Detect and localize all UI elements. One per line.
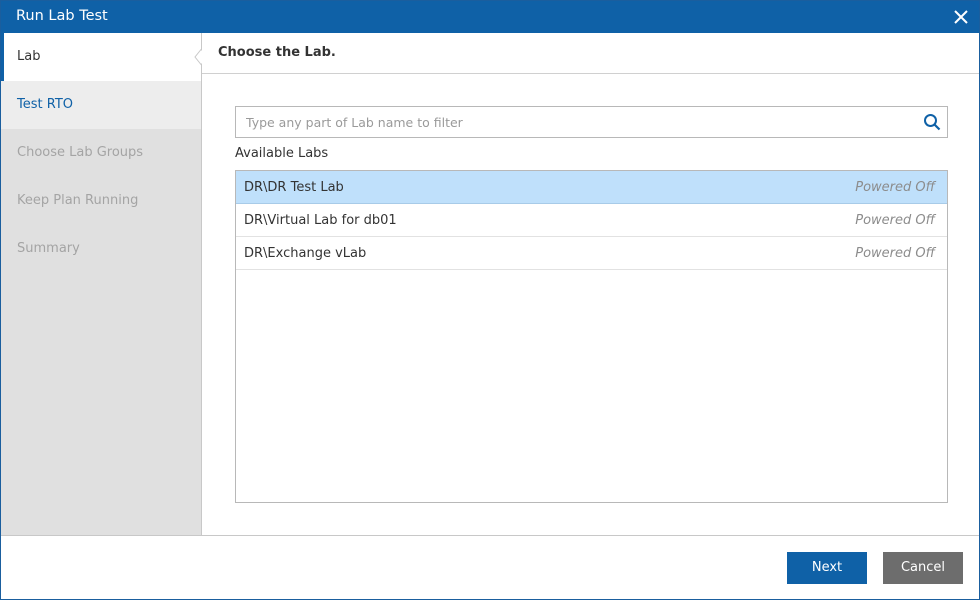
- lab-name: DR\Virtual Lab for db01: [244, 213, 397, 228]
- step-label: Test RTO: [17, 97, 73, 112]
- available-labs-list: DR\DR Test Lab Powered Off DR\Virtual La…: [235, 170, 948, 503]
- wizard-content: Choose the Lab. Available Labs DR\DR Tes…: [202, 33, 979, 535]
- page-heading: Choose the Lab.: [218, 45, 336, 60]
- step-summary: Summary: [1, 225, 201, 273]
- available-labs-label: Available Labs: [235, 146, 329, 161]
- content-header: Choose the Lab.: [202, 33, 979, 74]
- lab-filter-input[interactable]: [236, 107, 916, 137]
- lab-name: DR\DR Test Lab: [244, 180, 344, 195]
- lab-name: DR\Exchange vLab: [244, 246, 367, 261]
- close-button[interactable]: [951, 7, 971, 27]
- wizard-steps-sidebar: Lab Test RTO Choose Lab Groups Keep Plan…: [1, 33, 202, 535]
- lab-row[interactable]: DR\Exchange vLab Powered Off: [236, 237, 947, 270]
- lab-status: Powered Off: [855, 213, 935, 228]
- step-label: Summary: [17, 241, 80, 256]
- step-label: Choose Lab Groups: [17, 145, 144, 160]
- step-keep-plan-running: Keep Plan Running: [1, 177, 201, 225]
- step-label: Keep Plan Running: [17, 193, 139, 208]
- lab-status: Powered Off: [855, 246, 935, 261]
- step-label: Lab: [17, 49, 41, 64]
- lab-filter-box: [235, 106, 948, 138]
- cancel-button[interactable]: Cancel: [883, 552, 963, 584]
- search-button[interactable]: [923, 113, 941, 131]
- step-test-rto[interactable]: Test RTO: [1, 81, 201, 129]
- lab-row[interactable]: DR\DR Test Lab Powered Off: [236, 171, 947, 204]
- close-icon: [954, 10, 968, 24]
- lab-row[interactable]: DR\Virtual Lab for db01 Powered Off: [236, 204, 947, 237]
- next-button[interactable]: Next: [787, 552, 867, 584]
- step-lab[interactable]: Lab: [1, 33, 201, 81]
- window-title: Run Lab Test: [16, 8, 108, 24]
- step-choose-lab-groups: Choose Lab Groups: [1, 129, 201, 177]
- dialog-footer: Next Cancel: [1, 535, 979, 599]
- search-icon: [924, 114, 941, 131]
- lab-status: Powered Off: [855, 180, 935, 195]
- run-lab-test-dialog: Run Lab Test Lab Test RTO Choose Lab Gro…: [0, 0, 980, 600]
- title-bar: Run Lab Test: [1, 1, 979, 33]
